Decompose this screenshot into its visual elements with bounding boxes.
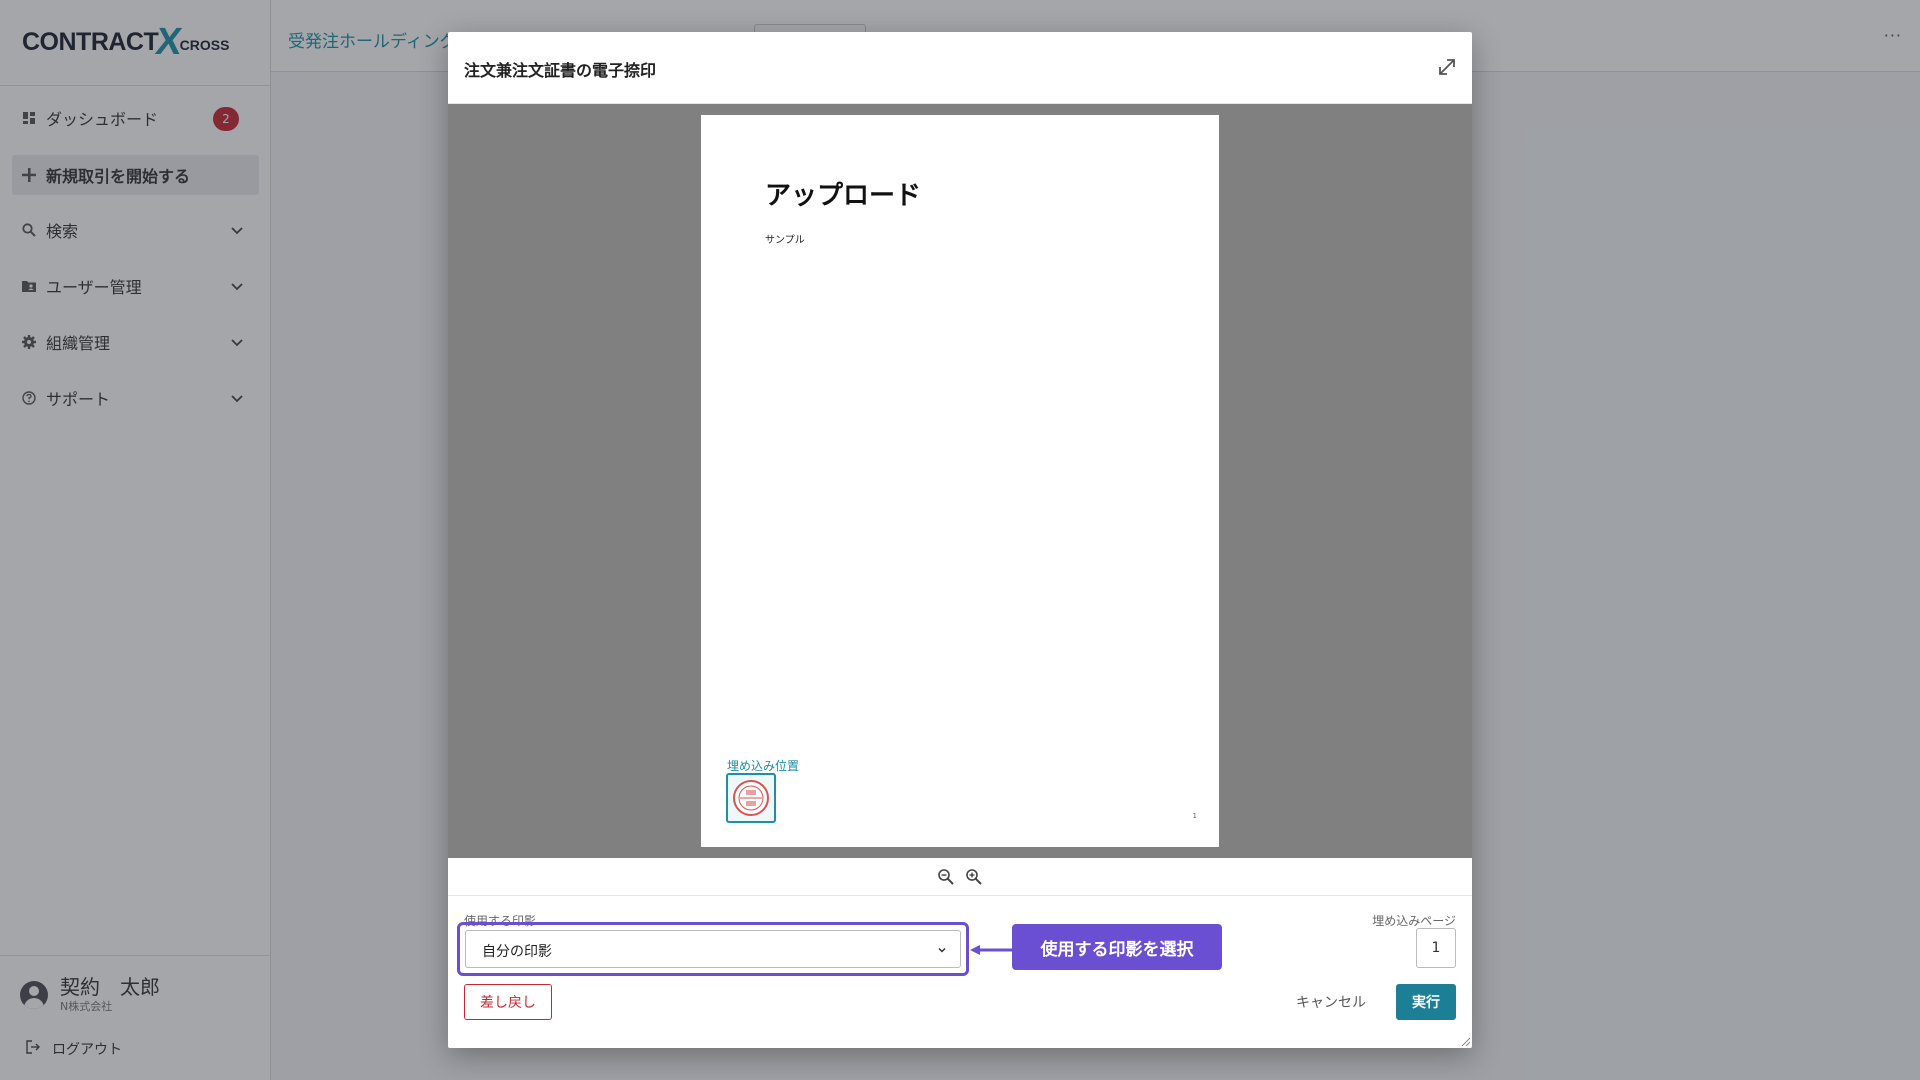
stamp-select-value: 自分の印影	[482, 944, 552, 960]
zoom-out-icon[interactable]	[937, 868, 955, 886]
stamp-dialog: 注文兼注文証書の電子捺印 アップロード サンプル 埋め込み位置 1 使用する印影…	[448, 32, 1472, 1048]
highlight-frame: 自分の印影	[457, 922, 969, 976]
stamp-select[interactable]: 自分の印影	[465, 930, 961, 968]
pdf-page: アップロード サンプル 埋め込み位置 1	[701, 115, 1219, 847]
cancel-button[interactable]: キャンセル	[1286, 984, 1376, 1020]
dialog-title: 注文兼注文証書の電子捺印	[464, 61, 657, 80]
return-button[interactable]: 差し戻し	[464, 984, 552, 1020]
document-viewer[interactable]: アップロード サンプル 埋め込み位置 1	[448, 104, 1472, 858]
document-heading: アップロード	[765, 181, 922, 211]
embed-page-label: 埋め込みページ	[1372, 914, 1456, 928]
seal-stamp-icon	[733, 780, 769, 816]
page-number: 1	[1192, 812, 1197, 820]
tooltip-arrow-icon	[970, 945, 1014, 955]
zoom-toolbar	[448, 858, 1472, 896]
expand-icon[interactable]	[1436, 56, 1458, 78]
zoom-in-icon[interactable]	[965, 868, 983, 886]
document-text: サンプル	[765, 235, 805, 246]
embed-position-label: 埋め込み位置	[727, 759, 800, 773]
stamp-placement-handle[interactable]	[726, 773, 776, 823]
resize-handle-icon[interactable]	[1460, 1036, 1470, 1046]
chevron-down-icon	[938, 947, 946, 953]
execute-button[interactable]: 実行	[1396, 984, 1456, 1020]
dialog-header: 注文兼注文証書の電子捺印	[448, 32, 1472, 104]
embed-page-input[interactable]: 1	[1416, 928, 1456, 968]
guide-tooltip: 使用する印影を選択	[1012, 924, 1222, 970]
